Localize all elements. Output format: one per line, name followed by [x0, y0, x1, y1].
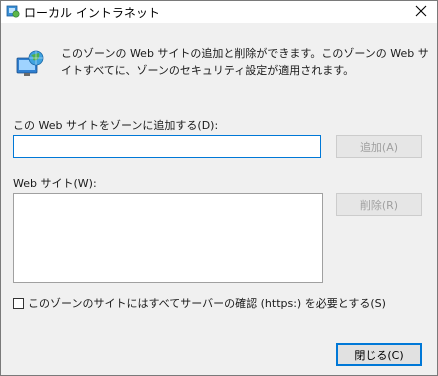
intranet-globe-icon: [15, 49, 45, 79]
require-https-row[interactable]: このゾーンのサイトにはすべてサーバーの確認 (https:) を必要とする(S): [13, 295, 386, 311]
title-bar[interactable]: ローカル イントラネット: [1, 1, 437, 23]
remove-button[interactable]: 削除(R): [336, 193, 422, 216]
require-https-label[interactable]: このゾーンのサイトにはすべてサーバーの確認 (https:) を必要とする(S): [28, 295, 386, 311]
dialog-window: ローカル イントラネット このゾーンの Web サイトの追加と削除ができます。こ…: [0, 0, 438, 376]
close-window-button[interactable]: [405, 1, 437, 23]
require-https-checkbox[interactable]: [13, 297, 24, 309]
close-button[interactable]: 閉じる(C): [336, 343, 422, 366]
websites-list[interactable]: [13, 193, 323, 283]
close-icon: [415, 5, 427, 20]
intranet-zone-icon: [6, 4, 20, 18]
add-site-input[interactable]: [13, 135, 321, 158]
websites-label: Web サイト(W):: [13, 177, 97, 190]
add-site-label: この Web サイトをゾーンに追加する(D):: [13, 119, 219, 132]
add-button[interactable]: 追加(A): [336, 135, 422, 158]
zone-description: このゾーンの Web サイトの追加と削除ができます。このゾーンの Web サイト…: [61, 47, 429, 77]
window-title: ローカル イントラネット: [24, 6, 160, 20]
